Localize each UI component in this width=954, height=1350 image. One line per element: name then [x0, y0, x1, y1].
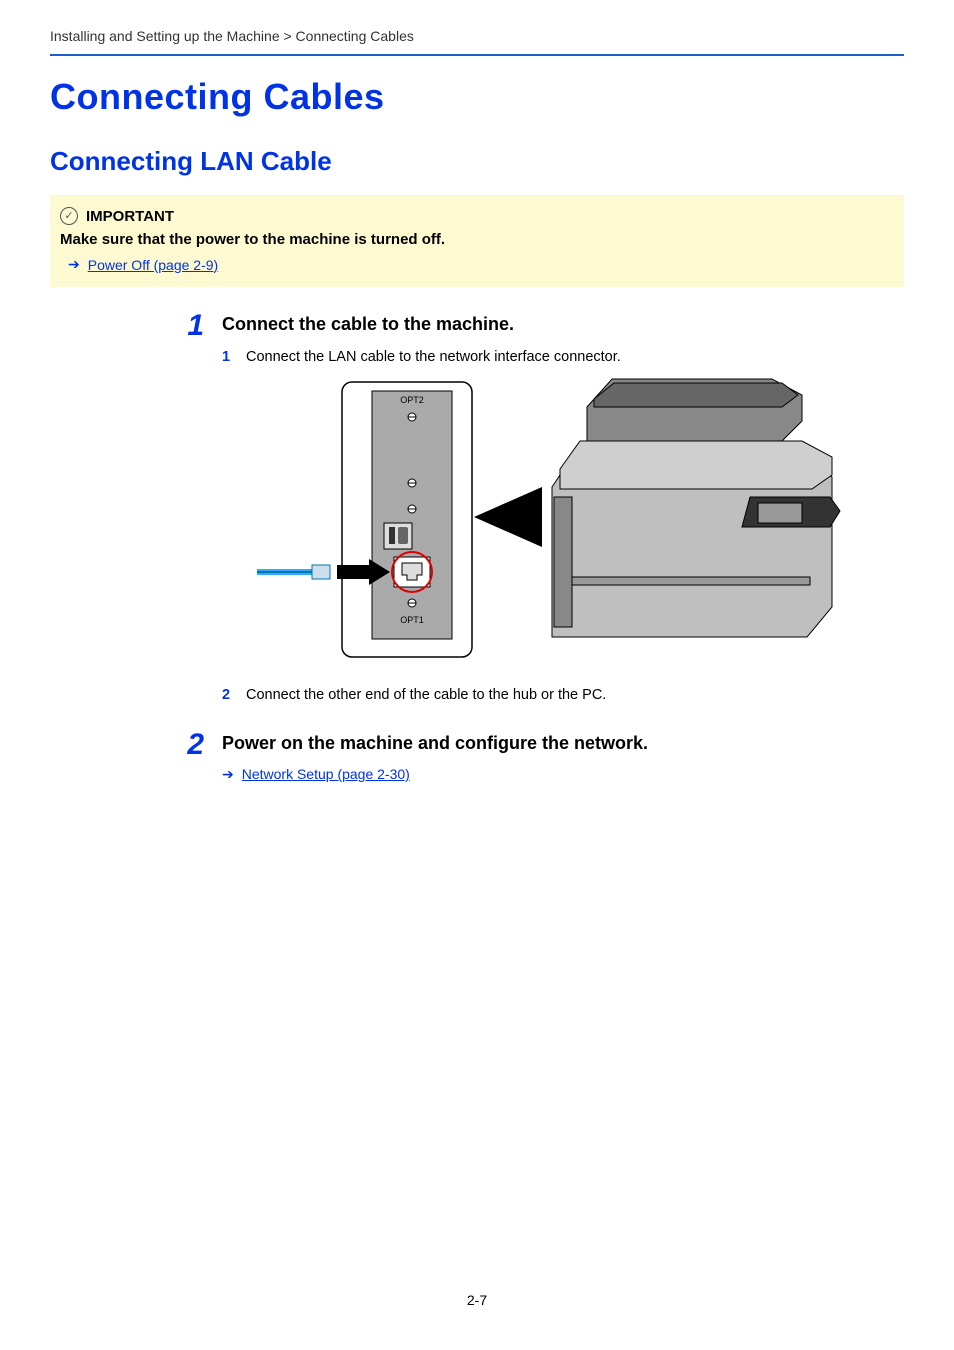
page-number: 2-7	[0, 1292, 954, 1308]
step-2-number: 2	[180, 730, 204, 783]
step-1: 1 Connect the cable to the machine. 1 Co…	[180, 311, 904, 716]
network-setup-link[interactable]: Network Setup (page 2-30)	[242, 766, 410, 782]
step-1-number: 1	[180, 311, 204, 716]
substep-1-2: 2 Connect the other end of the cable to …	[222, 685, 904, 705]
substep-1-1-text: Connect the LAN cable to the network int…	[246, 347, 621, 367]
section-title-h2: Connecting LAN Cable	[50, 146, 904, 177]
power-off-link[interactable]: Power Off (page 2-9)	[88, 257, 218, 273]
substep-1-2-text: Connect the other end of the cable to th…	[246, 685, 606, 705]
important-callout: ✓ IMPORTANT Make sure that the power to …	[50, 195, 904, 287]
connector-figure: OPT2 OPT1	[242, 377, 904, 667]
lan-connection-diagram-icon: OPT2 OPT1	[242, 377, 842, 667]
important-label: IMPORTANT	[86, 208, 174, 225]
step-1-title: Connect the cable to the machine.	[222, 314, 904, 335]
step-2: 2 Power on the machine and configure the…	[180, 730, 904, 783]
callout-text: Make sure that the power to the machine …	[60, 231, 894, 248]
step-2-title: Power on the machine and configure the n…	[222, 733, 904, 754]
breadcrumb: Installing and Setting up the Machine > …	[50, 28, 904, 56]
substep-1-1: 1 Connect the LAN cable to the network i…	[222, 347, 904, 367]
page-title-h1: Connecting Cables	[50, 76, 904, 118]
arrow-right-icon: ➔	[222, 766, 234, 783]
substep-1-1-number: 1	[222, 347, 236, 367]
opt1-label: OPT1	[400, 615, 424, 625]
opt2-label: OPT2	[400, 395, 424, 405]
arrow-right-icon: ➔	[68, 256, 80, 273]
substep-1-2-number: 2	[222, 685, 236, 705]
check-icon: ✓	[60, 207, 78, 225]
